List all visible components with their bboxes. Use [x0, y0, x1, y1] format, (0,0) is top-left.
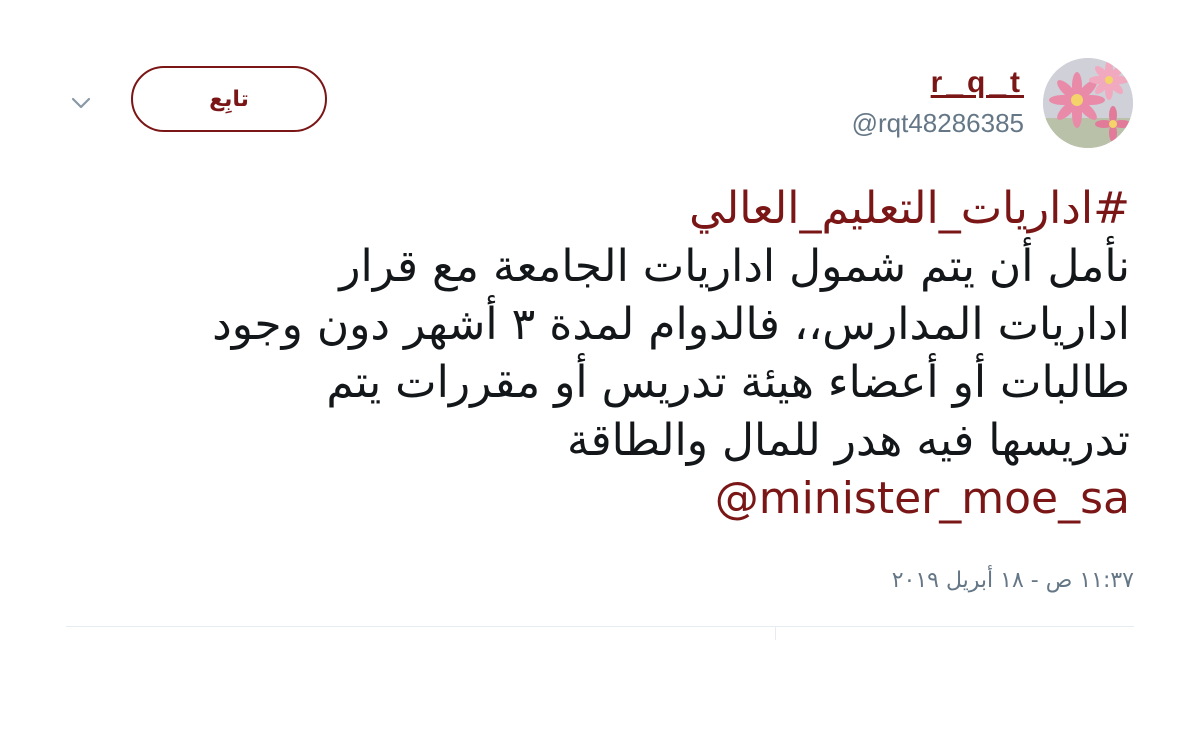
divider	[775, 626, 776, 640]
avatar-image	[1043, 58, 1133, 148]
tweet-timestamp[interactable]: ١١:٣٧ ص - ١٨ أبريل ٢٠١٩	[892, 568, 1134, 593]
tweet-card: r_q_t @rqt48286385 تابِع #اداريات_التعلي…	[0, 0, 1200, 729]
hashtag-link[interactable]: #اداريات_التعليم_العالي	[689, 183, 1130, 234]
user-handle[interactable]: @rqt48286385	[852, 108, 1024, 139]
tweet-text-line: اداريات المدارس،، فالدوام لمدة ٣ أشهر دو…	[212, 299, 1130, 350]
divider	[66, 626, 1134, 627]
mention-link[interactable]: @minister_moe_sa	[715, 473, 1130, 524]
tweet-text-line: طالبات أو أعضاء هيئة تدريس أو مقررات يتم	[326, 357, 1130, 408]
tweet-text-line: نأمل أن يتم شمول اداريات الجامعة مع قرار	[339, 241, 1130, 292]
tweet-text-line: تدريسها فيه هدر للمال والطاقة	[567, 415, 1130, 466]
tweet-text: #اداريات_التعليم_العالي نأمل أن يتم شمول…	[50, 180, 1130, 528]
display-name[interactable]: r_q_t	[931, 66, 1024, 100]
follow-button[interactable]: تابِع	[131, 66, 327, 132]
chevron-down-icon[interactable]	[66, 88, 96, 118]
avatar[interactable]	[1043, 58, 1133, 148]
